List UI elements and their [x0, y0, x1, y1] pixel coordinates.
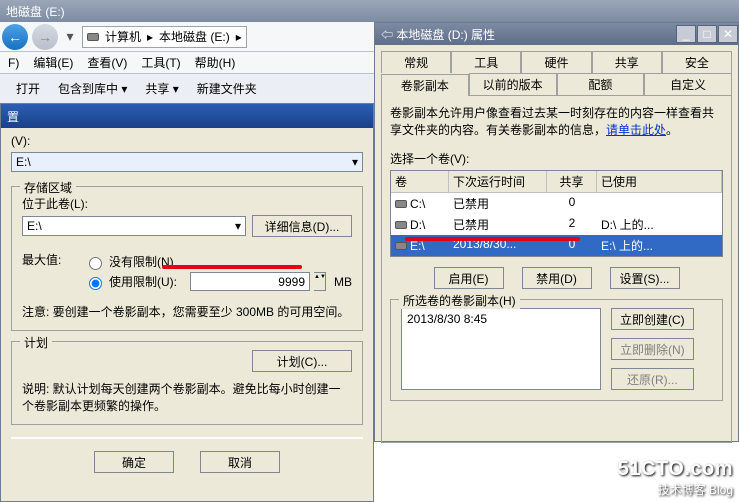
table-row[interactable]: C:\ 已禁用0 — [391, 193, 722, 214]
restore-button: 还原(R)... — [611, 368, 694, 390]
annotation-redline — [162, 265, 302, 269]
tab-shadowcopy[interactable]: 卷影副本 — [381, 74, 469, 96]
cancel-button[interactable]: 取消 — [200, 451, 280, 473]
tab-quota[interactable]: 配额 — [557, 73, 645, 95]
volume-select[interactable]: E:\▾ — [11, 152, 363, 172]
schedule-fieldset: 计划 计划(C)... 说明: 默认计划每天创建两个卷影副本。避免比每小时创建一… — [11, 341, 363, 425]
menu-view[interactable]: 查看(V) — [81, 52, 133, 73]
tab-security[interactable]: 安全 — [662, 51, 732, 73]
settings-titlebar[interactable]: 置 — [1, 104, 373, 128]
max-label: 最大值: — [22, 251, 72, 293]
limit-input[interactable] — [190, 272, 310, 291]
copies-listbox[interactable]: 2013/8/30 8:45 — [401, 308, 601, 390]
tab-hardware[interactable]: 硬件 — [521, 51, 591, 73]
toolbar-include[interactable]: 包含到库中 ▾ — [58, 80, 127, 97]
select-volume-label: 选择一个卷(V): — [390, 150, 723, 167]
details-button[interactable]: 详细信息(D)... — [252, 215, 352, 237]
drive-icon — [87, 33, 99, 41]
schedule-button[interactable]: 计划(C)... — [252, 350, 352, 372]
tab-tools[interactable]: 工具 — [451, 51, 521, 73]
nav-history-dropdown[interactable]: ▾ — [62, 25, 78, 49]
ok-button[interactable]: 确定 — [94, 451, 174, 473]
storage-note: 注意: 要创建一个卷影副本，您需要至少 300MB 的可用空间。 — [22, 303, 352, 320]
col-used[interactable]: 已使用 — [597, 171, 722, 192]
shadow-help-link[interactable]: 请单击此处 — [606, 123, 666, 137]
chevron-right-icon: ▸ — [147, 30, 153, 44]
col-volume[interactable]: 卷 — [391, 171, 449, 192]
storage-fieldset: 存储区域 位于此卷(L): E:\▾ 详细信息(D)... 最大值: 没有限制(… — [11, 186, 363, 331]
properties-dialog: ⇦ 本地磁盘 (D:) 属性 _ □ ✕ 常规 工具 硬件 共享 安全 卷影副本… — [374, 22, 739, 442]
chevron-down-icon: ▾ — [352, 155, 358, 169]
maximize-button[interactable]: □ — [697, 25, 717, 43]
col-time[interactable]: 下次运行时间 — [449, 171, 547, 192]
tab-custom[interactable]: 自定义 — [644, 73, 732, 95]
located-label: 位于此卷(L): — [22, 195, 352, 212]
menu-f[interactable]: F) — [2, 54, 25, 72]
create-now-button[interactable]: 立即创建(C) — [611, 308, 694, 330]
located-select[interactable]: E:\▾ — [22, 216, 246, 236]
limit-spinner[interactable]: ▲▼ — [314, 272, 326, 291]
explorer-title: 地磁盘 (E:) — [6, 3, 65, 20]
toolbar-open[interactable]: 打开 — [16, 80, 40, 97]
tab-general[interactable]: 常规 — [381, 51, 451, 73]
delete-now-button: 立即删除(N) — [611, 338, 694, 360]
tab-sharing[interactable]: 共享 — [592, 51, 662, 73]
properties-titlebar[interactable]: ⇦ 本地磁盘 (D:) 属性 _ □ ✕ — [375, 23, 738, 45]
menu-edit[interactable]: 编辑(E) — [27, 52, 79, 73]
toolbar-newfolder[interactable]: 新建文件夹 — [197, 80, 257, 97]
drive-icon: ⇦ — [381, 28, 393, 42]
toolbar-share[interactable]: 共享 ▾ — [145, 80, 178, 97]
close-button[interactable]: ✕ — [718, 25, 738, 43]
disable-button[interactable]: 禁用(D) — [522, 267, 592, 289]
drive-icon — [395, 242, 407, 250]
no-limit-radio[interactable] — [89, 257, 102, 270]
breadcrumb-current[interactable]: 本地磁盘 (E:) — [159, 28, 230, 45]
breadcrumb-root[interactable]: 计算机 — [105, 28, 141, 45]
drive-icon — [395, 200, 407, 208]
enable-button[interactable]: 启用(E) — [434, 267, 504, 289]
list-item[interactable]: 2013/8/30 8:45 — [407, 312, 595, 326]
shadow-desc: 卷影副本允许用户像查看过去某一时刻存在的内容一样查看共享文件夹的内容。有关卷影副… — [390, 104, 723, 138]
nav-forward-button[interactable]: → — [32, 24, 58, 50]
use-limit-radio[interactable] — [89, 277, 102, 290]
schedule-desc: 说明: 默认计划每天创建两个卷影副本。避免比每小时创建一个卷影副本更频繁的操作。 — [22, 380, 352, 414]
menu-help[interactable]: 帮助(H) — [189, 52, 242, 73]
chevron-right-icon: ▸ — [236, 30, 242, 44]
drive-icon — [395, 221, 407, 229]
explorer-titlebar: 地磁盘 (E:) — [0, 0, 739, 22]
nav-back-button[interactable]: ← — [2, 24, 28, 50]
tab-previous[interactable]: 以前的版本 — [469, 73, 557, 95]
watermark: 51CTO.com 技术博客 Blog — [618, 458, 733, 498]
volume-table: 卷 下次运行时间 共享 已使用 C:\ 已禁用0 D:\ 已禁用2D:\ 上的.… — [390, 170, 723, 257]
chevron-down-icon: ▾ — [235, 219, 241, 233]
volume-label: (V): — [11, 134, 363, 148]
selected-copies-fieldset: 所选卷的卷影副本(H) 2013/8/30 8:45 立即创建(C) 立即删除(… — [390, 299, 723, 401]
table-row[interactable]: D:\ 已禁用2D:\ 上的... — [391, 214, 722, 235]
volume-settings-button[interactable]: 设置(S)... — [610, 267, 680, 289]
settings-dialog: 置 (V): E:\▾ 存储区域 位于此卷(L): E:\▾ 详细信息(D)..… — [0, 103, 374, 502]
col-shared[interactable]: 共享 — [547, 171, 597, 192]
menu-tools[interactable]: 工具(T) — [135, 52, 186, 73]
breadcrumb[interactable]: 计算机 ▸ 本地磁盘 (E:) ▸ — [82, 26, 247, 48]
minimize-button[interactable]: _ — [676, 25, 696, 43]
annotation-redline — [405, 237, 580, 241]
